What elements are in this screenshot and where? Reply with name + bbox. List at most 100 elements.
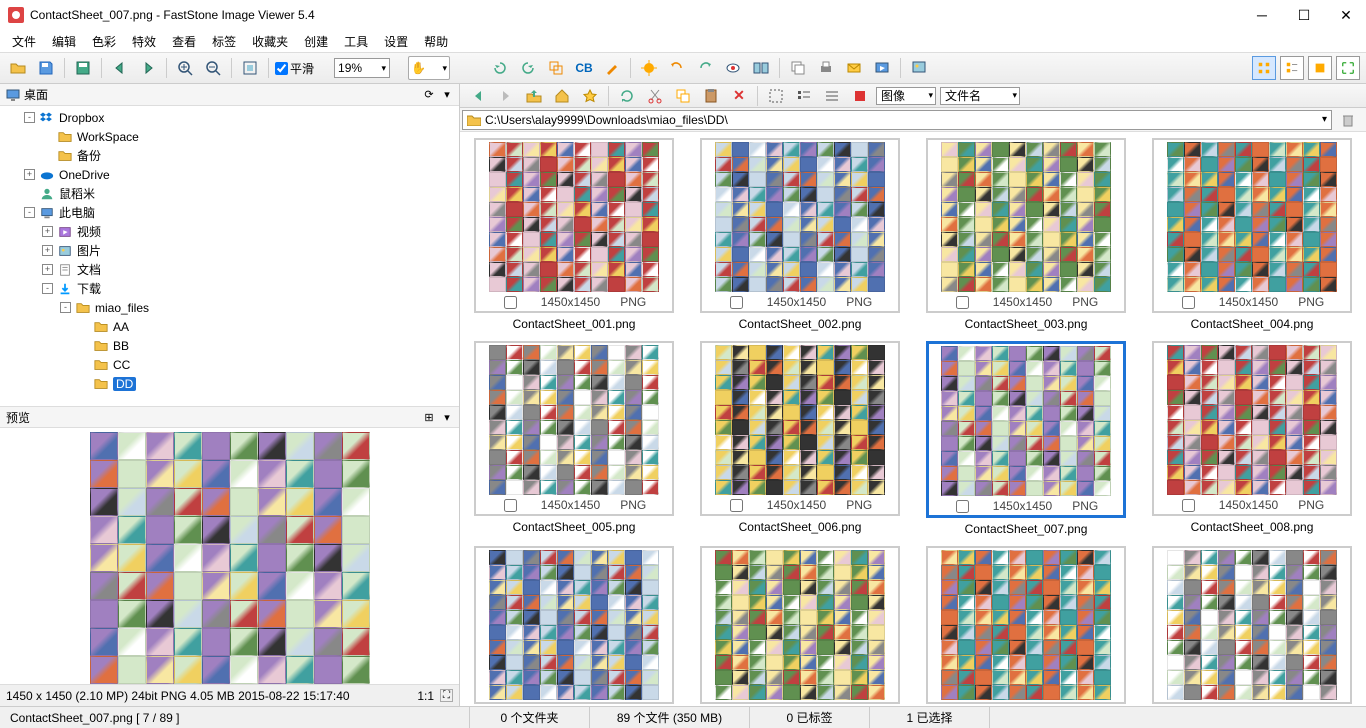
nav-up-button[interactable] [522,84,546,108]
thumb-item[interactable] [918,546,1134,704]
tree-item-BB[interactable]: BB [0,336,459,355]
thumb-checkbox[interactable] [1182,499,1195,512]
preview-settings-button[interactable]: ⊞ [421,411,437,424]
tree-item-DD[interactable]: DD [0,374,459,393]
menu-文件[interactable]: 文件 [6,31,42,52]
tree-item-Dropbox[interactable]: -Dropbox [0,108,459,127]
menu-创建[interactable]: 创建 [298,31,334,52]
hand-tool-button[interactable]: ✋▾ [408,56,450,80]
thumb-item[interactable] [1144,546,1360,704]
expand-toggle[interactable]: - [24,207,35,218]
tree-item-WorkSpace[interactable]: WorkSpace [0,127,459,146]
menu-设置[interactable]: 设置 [378,31,414,52]
nav-forward-button[interactable] [494,84,518,108]
nav-home-button[interactable] [550,84,574,108]
menu-收藏夹[interactable]: 收藏夹 [246,31,294,52]
resize-button[interactable] [544,56,568,80]
tree-item-AA[interactable]: AA [0,317,459,336]
thumb-item[interactable]: 1450x1450PNGContactSheet_006.png [692,341,908,536]
rotate-right-button[interactable] [516,56,540,80]
preview-fit-button[interactable]: ⛶ [440,689,453,702]
path-combo[interactable]: C:\Users\alay9999\Downloads\miao_files\D… [462,110,1332,130]
email-button[interactable] [842,56,866,80]
open-button[interactable] [6,56,30,80]
thumb-item[interactable]: 1450x1450PNGContactSheet_001.png [466,138,682,331]
smooth-checkbox[interactable]: 平滑 [275,60,314,77]
fit-button[interactable] [238,56,262,80]
thumb-checkbox[interactable] [504,296,517,309]
thumb-checkbox[interactable] [1182,296,1195,309]
view-single-button[interactable] [1308,56,1332,80]
folder-tree[interactable]: -DropboxWorkSpace备份+OneDrive鼠稻米-此电脑+视频+图… [0,106,459,406]
view-thumbnails-button[interactable] [1252,56,1276,80]
menu-编辑[interactable]: 编辑 [46,31,82,52]
copy-file-button[interactable] [671,84,695,108]
tree-refresh-button[interactable]: ⟳ [421,88,437,101]
thumb-checkbox[interactable] [504,499,517,512]
view-fullscreen-button[interactable] [1336,56,1360,80]
thumb-checkbox[interactable] [730,499,743,512]
thumb-item[interactable]: 1450x1450PNGContactSheet_007.png [918,341,1134,536]
expand-toggle[interactable]: + [42,226,53,237]
tree-item-miao_files[interactable]: -miao_files [0,298,459,317]
thumb-item[interactable]: 1450x1450PNGContactSheet_004.png [1144,138,1360,331]
paste-button[interactable] [699,84,723,108]
menu-帮助[interactable]: 帮助 [418,31,454,52]
sort-combo[interactable]: 文件名 [940,87,1020,105]
preview-area[interactable] [0,428,459,684]
thumb-item[interactable]: 1450x1450PNGContactSheet_005.png [466,341,682,536]
tree-item-图片[interactable]: +图片 [0,241,459,260]
save-button[interactable] [71,56,95,80]
expand-toggle[interactable]: - [24,112,35,123]
detail-view-button[interactable] [820,84,844,108]
tree-item-下载[interactable]: -下载 [0,279,459,298]
tree-item-文档[interactable]: +文档 [0,260,459,279]
menu-色彩[interactable]: 色彩 [86,31,122,52]
thumb-item[interactable] [466,546,682,704]
thumb-checkbox[interactable] [956,296,969,309]
preview-collapse-button[interactable]: ▾ [439,411,455,424]
effect1-button[interactable] [637,56,661,80]
nav-back-button[interactable] [466,84,490,108]
tree-item-OneDrive[interactable]: +OneDrive [0,165,459,184]
brush-button[interactable] [600,56,624,80]
zoom-combo[interactable]: 19%▾ [334,58,390,78]
copy-button[interactable] [786,56,810,80]
save-as-button[interactable] [34,56,58,80]
expand-toggle[interactable]: - [60,302,71,313]
tree-item-视频[interactable]: +视频 [0,222,459,241]
menu-查看[interactable]: 查看 [166,31,202,52]
undo-button[interactable] [665,56,689,80]
tree-item-鼠稻米[interactable]: 鼠稻米 [0,184,459,203]
thumb-item[interactable]: 1450x1450PNGContactSheet_008.png [1144,341,1360,536]
thumb-item[interactable]: 1450x1450PNGContactSheet_003.png [918,138,1134,331]
delete-button[interactable]: ✕ [727,84,751,108]
menu-特效[interactable]: 特效 [126,31,162,52]
tree-collapse-button[interactable]: ▾ [439,88,455,101]
expand-toggle[interactable]: + [42,245,53,256]
refresh-button[interactable] [615,84,639,108]
trash-button[interactable] [1336,108,1360,132]
rotate-left-button[interactable] [488,56,512,80]
zoom-out-button[interactable] [201,56,225,80]
close-button[interactable]: ✕ [1334,7,1358,24]
wallpaper-button[interactable] [907,56,931,80]
type-combo[interactable]: 图像 [876,87,936,105]
slideshow-button[interactable] [870,56,894,80]
cut-button[interactable] [643,84,667,108]
forward-button[interactable] [136,56,160,80]
view-list-button[interactable] [1280,56,1304,80]
menu-标签[interactable]: 标签 [206,31,242,52]
color-button[interactable]: CB [572,56,596,80]
tree-item-CC[interactable]: CC [0,355,459,374]
zoom-in-button[interactable] [173,56,197,80]
thumb-checkbox[interactable] [956,500,969,513]
thumb-item[interactable] [692,546,908,704]
red-eye-button[interactable] [721,56,745,80]
compare-button[interactable] [749,56,773,80]
tree-item-此电脑[interactable]: -此电脑 [0,203,459,222]
view-mode-button[interactable] [792,84,816,108]
stop-button[interactable] [848,84,872,108]
select-all-button[interactable] [764,84,788,108]
minimize-button[interactable]: ─ [1250,7,1274,24]
